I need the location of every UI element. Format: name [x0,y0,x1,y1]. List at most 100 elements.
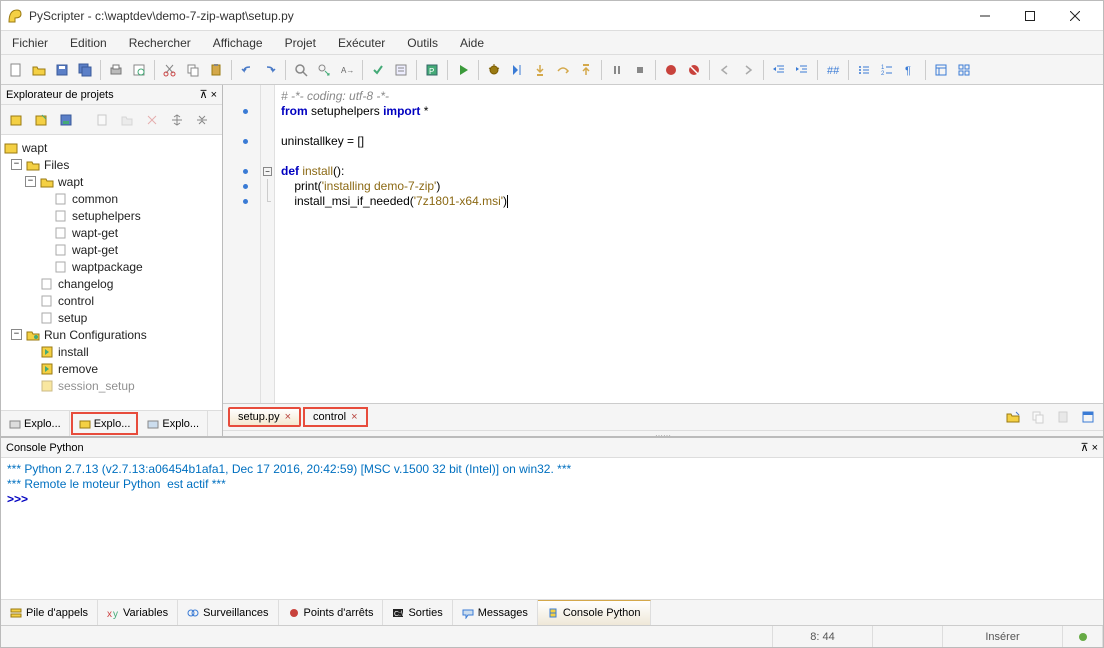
open-folder-icon[interactable] [1002,405,1024,429]
side-tab-3[interactable]: Explo... [139,411,208,436]
tree-item[interactable]: setuphelpers [3,207,220,224]
splitter-handle[interactable]: ⋯⋯ [223,430,1103,436]
tab-watches[interactable]: Surveillances [178,600,278,625]
save-all-icon[interactable] [74,58,96,82]
redo-icon[interactable] [259,58,281,82]
menu-run[interactable]: Exécuter [327,31,396,54]
numbered-list-icon[interactable]: 12 [876,58,898,82]
debug-icon[interactable] [483,58,505,82]
tab-breakpoints[interactable]: Points d'arrêts [279,600,384,625]
nav-forward-icon[interactable] [737,58,759,82]
code-editor[interactable]: # -*- coding: utf-8 -*- from setuphelper… [275,85,1103,403]
grid-icon[interactable] [953,58,975,82]
unpin-icon[interactable]: ⊼ [200,88,208,101]
pause-icon[interactable] [606,58,628,82]
tree-item[interactable]: changelog [3,275,220,292]
close-panel-icon[interactable]: × [1092,442,1098,454]
browse-icon[interactable] [390,58,412,82]
new-project-icon[interactable] [5,108,27,132]
editor-gutter[interactable] [223,85,261,403]
close-button[interactable] [1052,2,1097,30]
fold-gutter[interactable]: − [261,85,275,403]
find-next-icon[interactable] [313,58,335,82]
tree-run-item[interactable]: install [3,343,220,360]
menu-help[interactable]: Aide [449,31,495,54]
print-preview-icon[interactable] [128,58,150,82]
print-icon[interactable] [105,58,127,82]
editor-tab-setup[interactable]: setup.py × [228,407,301,427]
run-icon[interactable] [452,58,474,82]
add-folder-icon[interactable] [116,108,138,132]
step-out-icon[interactable] [575,58,597,82]
menu-tools[interactable]: Outils [396,31,449,54]
menu-project[interactable]: Projet [274,31,327,54]
new-window-icon[interactable] [1077,405,1099,429]
maximize-button[interactable] [1007,2,1052,30]
close-panel-icon[interactable]: × [211,89,217,101]
tab-output[interactable]: C:\Sorties [383,600,452,625]
tree-run-item[interactable]: remove [3,360,220,377]
special-chars-icon[interactable]: ¶ [899,58,921,82]
remove-icon[interactable] [141,108,163,132]
menu-view[interactable]: Affichage [202,31,274,54]
tree-run-cfg[interactable]: −Run Configurations [3,326,220,343]
tree-item[interactable]: control [3,292,220,309]
save-icon[interactable] [51,58,73,82]
clear-breakpoints-icon[interactable] [683,58,705,82]
project-tree[interactable]: wapt −Files −wapt common setuphelpers wa… [1,135,222,410]
editor-tab-control[interactable]: control × [303,407,367,427]
paste-icon[interactable] [205,58,227,82]
menu-search[interactable]: Rechercher [118,31,202,54]
tab-callstack[interactable]: Pile d'appels [1,600,98,625]
tab-python-console[interactable]: Console Python [538,600,651,625]
nav-back-icon[interactable] [714,58,736,82]
breakpoint-icon[interactable] [660,58,682,82]
add-file-icon[interactable] [91,108,113,132]
tree-root[interactable]: wapt [3,139,220,156]
dedent-icon[interactable] [791,58,813,82]
console-output[interactable]: *** Python 2.7.13 (v2.7.13:a06454b1afa1,… [1,458,1103,599]
step-over-icon[interactable] [552,58,574,82]
menu-file[interactable]: Fichier [1,31,59,54]
copy-icon[interactable] [182,58,204,82]
paste-file-icon[interactable] [1052,405,1074,429]
side-tab-2[interactable]: Explo... [71,412,139,435]
tree-item[interactable]: waptpackage [3,258,220,275]
fold-toggle[interactable]: − [263,167,272,176]
stop-icon[interactable] [629,58,651,82]
tab-variables[interactable]: xyVariables [98,600,178,625]
tree-wapt-folder[interactable]: −wapt [3,173,220,190]
save-project-icon[interactable] [55,108,77,132]
expand-icon[interactable] [166,108,188,132]
side-tab-1[interactable]: Explo... [1,411,70,436]
tab-messages[interactable]: Messages [453,600,538,625]
check-syntax-icon[interactable] [367,58,389,82]
unpin-icon[interactable]: ⊼ [1081,441,1089,454]
open-project-icon[interactable] [30,108,52,132]
comment-icon[interactable]: ## [822,58,844,82]
tree-item[interactable]: wapt-get [3,241,220,258]
cut-icon[interactable] [159,58,181,82]
indent-icon[interactable] [768,58,790,82]
minimize-button[interactable] [962,2,1007,30]
tree-item[interactable]: common [3,190,220,207]
python-version-icon[interactable]: P [421,58,443,82]
menu-edition[interactable]: Edition [59,31,118,54]
tree-item[interactable]: wapt-get [3,224,220,241]
collapse-icon[interactable] [191,108,213,132]
copy-path-icon[interactable] [1027,405,1049,429]
close-tab-icon[interactable]: × [351,411,357,423]
list-icon[interactable] [853,58,875,82]
run-to-cursor-icon[interactable] [506,58,528,82]
step-into-icon[interactable] [529,58,551,82]
open-file-icon[interactable] [28,58,50,82]
new-file-icon[interactable] [5,58,27,82]
close-tab-icon[interactable]: × [285,411,291,423]
tree-run-item[interactable]: session_setup [3,377,220,394]
tree-files[interactable]: −Files [3,156,220,173]
replace-icon[interactable]: A→B [336,58,358,82]
undo-icon[interactable] [236,58,258,82]
layout-icon[interactable] [930,58,952,82]
find-icon[interactable] [290,58,312,82]
tree-item[interactable]: setup [3,309,220,326]
